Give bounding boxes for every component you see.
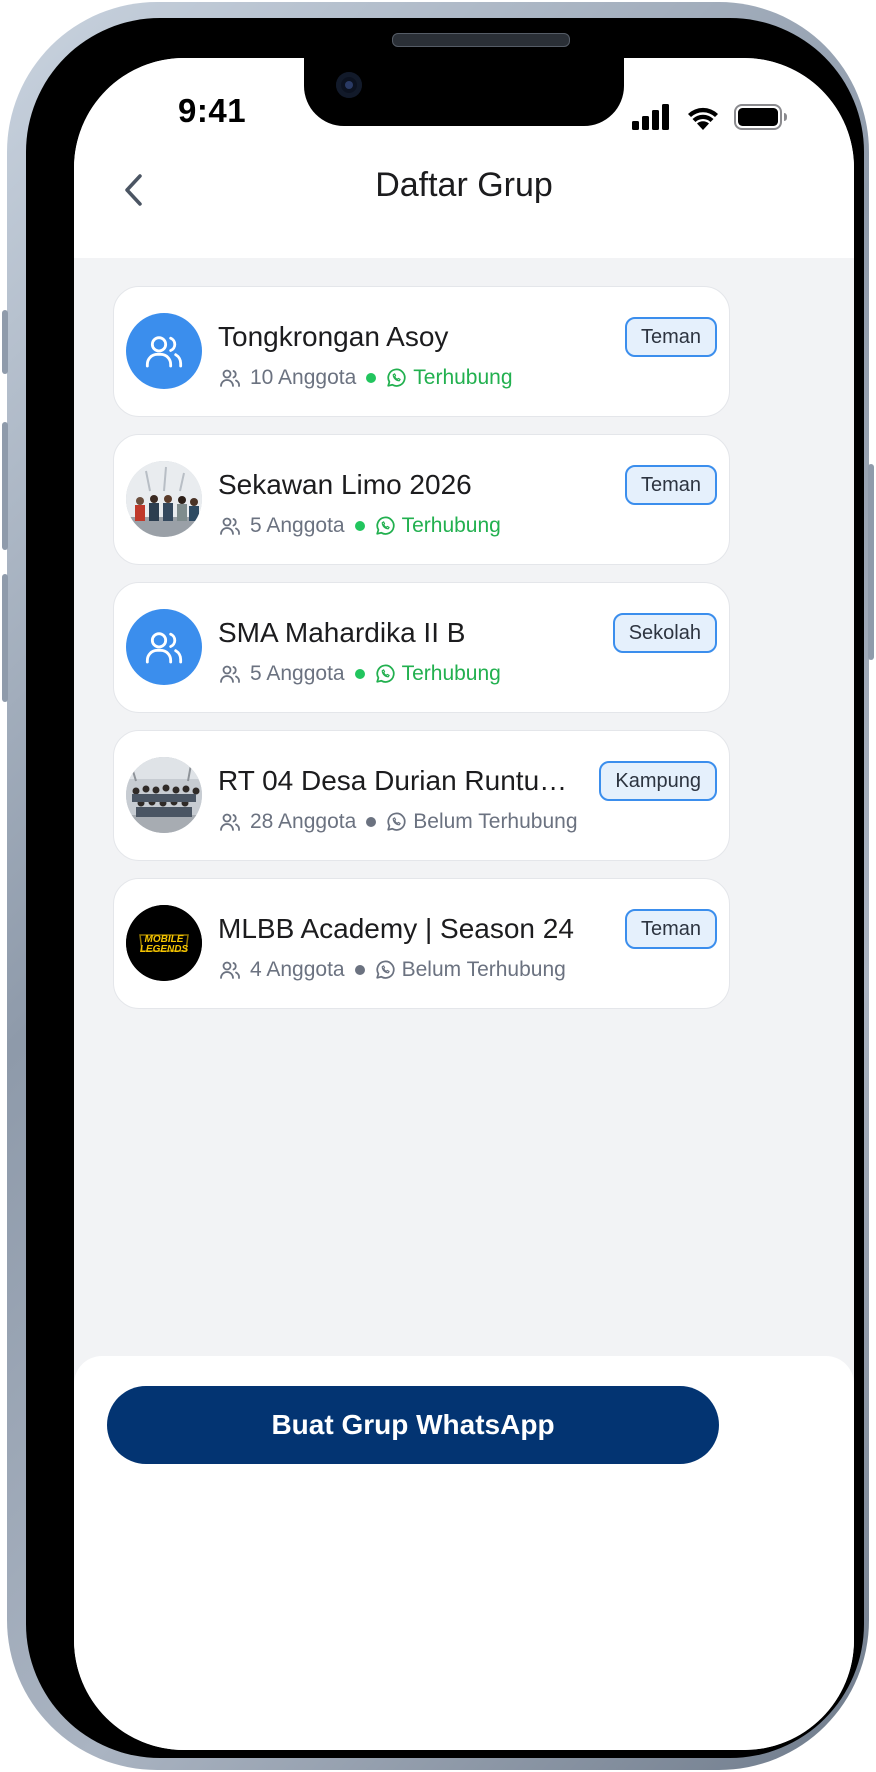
create-whatsapp-group-button[interactable]: Buat Grup WhatsApp: [107, 1386, 719, 1464]
whatsapp-icon: [374, 515, 396, 537]
category-badge: Sekolah: [612, 613, 717, 653]
group-card-rt-04[interactable]: RT 04 Desa Durian Runtuh | Kampung 28 An…: [113, 730, 730, 861]
members-icon: [218, 958, 242, 982]
category-badge: Teman: [624, 317, 717, 357]
status-time: 9:41: [178, 92, 247, 129]
header: 9:41 Daftar Grup: [74, 58, 854, 258]
group-card-mlbb-academy[interactable]: MOBILE LEGENDS MLBB Academy | Season 24 …: [113, 878, 730, 1009]
battery-icon: [734, 104, 787, 130]
members-icon: [218, 810, 242, 834]
mobile-legends-logo: MOBILE LEGENDS: [126, 905, 202, 981]
category-badge: Teman: [624, 909, 717, 949]
group-photo: [126, 757, 202, 833]
group-meta: 5 Anggota Terhubung: [218, 511, 501, 541]
group-card-sma-mahardika[interactable]: SMA Mahardika II B 5 Anggota Terhubung S…: [113, 582, 730, 713]
screen: 9:41 Daftar Grup Tongkrongan Asoy 10 Ang…: [74, 58, 854, 1750]
users-icon: [145, 632, 183, 664]
whatsapp-icon: [385, 367, 407, 389]
group-name: Sekawan Limo 2026: [218, 469, 472, 500]
status-dot: [366, 373, 377, 383]
group-card-tongkrongan-asoy[interactable]: Tongkrongan Asoy 10 Anggota Terhubung Te…: [113, 286, 730, 417]
members-icon: [218, 366, 242, 390]
group-meta: 4 Anggota Belum Terhubung: [218, 955, 566, 985]
members-icon: [218, 662, 242, 686]
member-count: 28 Anggota: [250, 810, 357, 833]
group-name: SMA Mahardika II B: [218, 617, 466, 648]
power-button: [868, 464, 874, 660]
speaker-grille: [392, 33, 570, 47]
action-button: [2, 310, 8, 374]
volume-down-button: [2, 574, 8, 702]
group-meta: 5 Anggota Terhubung: [218, 659, 501, 689]
phone-frame: 9:41 Daftar Grup Tongkrongan Asoy 10 Ang…: [2, 2, 874, 1770]
wifi-icon: [688, 107, 718, 130]
whatsapp-icon: [374, 663, 396, 685]
group-name: RT 04 Desa Durian Runtuh | Kampung: [218, 765, 580, 796]
status-dot: [354, 521, 365, 531]
member-count: 10 Anggota: [250, 366, 357, 389]
group-meta: 28 Anggota Belum Terhubung: [218, 807, 578, 837]
member-count: 5 Anggota: [250, 662, 345, 685]
page-title: Daftar Grup: [375, 166, 553, 204]
group-card-sekawan-limo-2026[interactable]: Sekawan Limo 2026 5 Anggota Terhubung Te…: [113, 434, 730, 565]
signal-icon: [632, 104, 669, 130]
group-avatar: [126, 609, 202, 685]
category-badge: Teman: [624, 465, 717, 505]
connection-status: Terhubung: [401, 514, 501, 537]
volume-up-button: [2, 422, 8, 550]
users-icon: [145, 336, 183, 368]
phone-bezel: 9:41 Daftar Grup Tongkrongan Asoy 10 Ang…: [26, 18, 864, 1758]
status-dot: [354, 965, 365, 975]
connection-status: Terhubung: [413, 366, 513, 389]
member-count: 4 Anggota: [250, 958, 345, 981]
bottom-action-panel: Buat Grup WhatsApp: [74, 1356, 854, 1750]
svg-text:LEGENDS: LEGENDS: [140, 944, 189, 955]
member-count: 5 Anggota: [250, 514, 345, 537]
status-dot: [366, 817, 377, 827]
group-name: Tongkrongan Asoy: [218, 321, 449, 352]
connection-status: Belum Terhubung: [413, 810, 578, 833]
group-name: MLBB Academy | Season 24: [218, 913, 574, 944]
group-avatar: [126, 313, 202, 389]
group-list: Tongkrongan Asoy 10 Anggota Terhubung Te…: [113, 286, 730, 1026]
front-camera: [336, 72, 362, 98]
dynamic-notch: [304, 58, 624, 126]
connection-status: Belum Terhubung: [401, 958, 566, 981]
category-badge: Kampung: [599, 761, 717, 801]
group-logo: MOBILE LEGENDS: [126, 905, 202, 981]
group-photo: [126, 461, 202, 537]
whatsapp-icon: [385, 811, 407, 833]
group-meta: 10 Anggota Terhubung: [218, 363, 513, 393]
whatsapp-icon: [374, 959, 396, 981]
status-icons: [632, 102, 788, 132]
status-dot: [354, 669, 365, 679]
members-icon: [218, 514, 242, 538]
connection-status: Terhubung: [401, 662, 501, 685]
